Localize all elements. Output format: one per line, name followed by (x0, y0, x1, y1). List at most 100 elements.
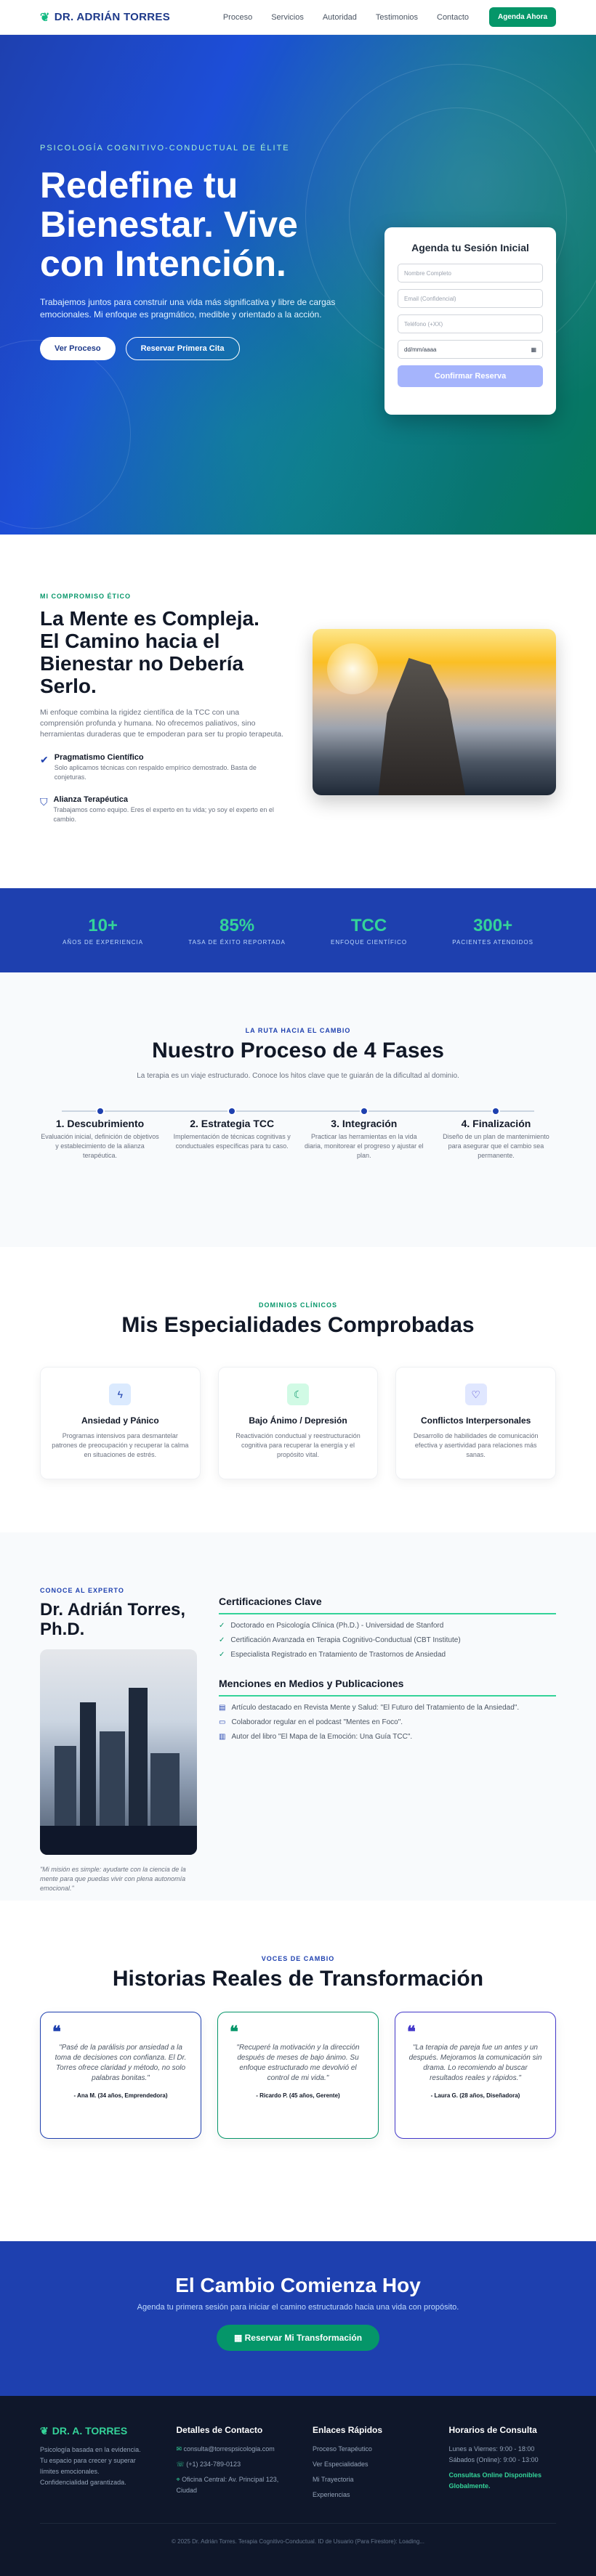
phase-title: 4. Finalización (461, 1118, 531, 1129)
leaf-icon: ❦ (40, 2425, 49, 2437)
check-icon: ✓ (219, 1651, 225, 1659)
book-first-appointment-button[interactable]: Reservar Primera Cita (125, 337, 240, 360)
shield-icon: ⛉ (40, 796, 48, 808)
phase-text: Diseño de un plan de mantenimiento para … (443, 1133, 549, 1159)
section-label: LA RUTA HACIA EL CAMBIO (245, 1027, 351, 1034)
logo[interactable]: ❦ DR. ADRIÁN TORRES (40, 10, 170, 25)
date-field[interactable]: dd/mm/aaaa ▦ (398, 340, 543, 359)
footer-online-note: Consultas Online Disponibles Globalmente… (448, 2471, 542, 2490)
testimonial-author: - Ana M. (34 años, Emprendedora) (73, 2092, 168, 2099)
specialty-card[interactable]: ♡ Conflictos Interpersonales Desarrollo de… (395, 1367, 557, 1479)
cert-item: ✓ Certificación Avanzada en Terapia Cogni… (219, 1636, 461, 1644)
schedule-now-button[interactable]: Agenda Ahora (489, 7, 556, 27)
footer-link[interactable]: Ver Especialidades (313, 2459, 420, 2470)
calendar-icon[interactable]: ▦ (531, 346, 536, 353)
email-field[interactable]: Email (Confidencial) (398, 289, 543, 308)
testimonial-card: ❝ "Pasé de la parálisis por ansiedad a la… (40, 2012, 201, 2139)
footer-link[interactable]: Mi Trayectoria (313, 2474, 420, 2485)
moon-icon: ☾ (287, 1384, 309, 1405)
card-title: Bajo Ánimo / Depresión (249, 1415, 347, 1426)
phase-item: 2. Estrategia TCC Implementación de técni… (172, 1107, 292, 1161)
section-label: DOMINIOS CLÍNICOS (258, 1301, 337, 1309)
card-title: Ansiedad y Pánico (81, 1415, 159, 1426)
phase-title: 1. Descubrimiento (55, 1118, 145, 1129)
view-process-button[interactable]: Ver Proceso (40, 337, 116, 360)
process-title: Nuestro Proceso de 4 Fases (152, 1039, 444, 1063)
phase-item: 1. Descubrimiento Evaluación inicial, def… (40, 1107, 160, 1161)
feature-title: Pragmatismo Científico (54, 753, 144, 762)
quote-icon: ❝ (230, 2023, 238, 2041)
feature-title: Alianza Terapéutica (53, 795, 129, 804)
stat-value: 300+ (473, 915, 513, 935)
media-item: ▥ Autor del libro "El Mapa de la Emoción:… (219, 1733, 413, 1741)
quote-icon: ❝ (407, 2023, 416, 2041)
specialty-card[interactable]: ϟ Ansiedad y Pánico Programas intensivos p… (40, 1367, 201, 1479)
testimonial-author: - Laura G. (28 años, Diseñadora) (430, 2092, 520, 2099)
footer-logo[interactable]: ❦ DR. A. TORRES (40, 2425, 148, 2437)
stat-item: 300+ PACIENTES ATENDIDOS (452, 916, 533, 946)
section-label: CONOCE AL EXPERTO (40, 1587, 124, 1594)
phase-item: 4. Finalización Diseño de un plan de mant… (436, 1107, 556, 1161)
stat-value: 85% (220, 915, 255, 935)
document-icon: ▤ (219, 1704, 226, 1712)
process-subtitle: La terapia es un viaje estructurado. Con… (137, 1072, 459, 1080)
quote-icon: ❝ (52, 2023, 61, 2041)
leaf-icon: ❦ (40, 11, 50, 24)
check-icon: ✓ (219, 1636, 225, 1644)
footer-hours: Sábados (Online): 9:00 - 13:00 (448, 2456, 539, 2463)
footer-link[interactable]: Experiencias (313, 2490, 420, 2500)
calendar-icon: ▦ (233, 2333, 245, 2343)
footer-copyright: © 2025 Dr. Adrián Torres. Terapia Cognit… (40, 2523, 556, 2545)
testimonial-text: "Pasé de la parálisis por ansiedad a la … (55, 2044, 187, 2082)
timeline-dot (227, 1107, 237, 1116)
footer-about: Psicología basada en la evidencia. Tu es… (40, 2446, 141, 2486)
stat-label: PACIENTES ATENDIDOS (452, 938, 533, 946)
reserve-transformation-button[interactable]: ▦ Reservar Mi Transformación (216, 2325, 380, 2351)
feature-item: ⛉ Alianza Terapéutica Trabajamos como equ… (40, 795, 283, 824)
card-title: Conflictos Interpersonales (420, 1415, 531, 1426)
footer-hours: Lunes a Viernes: 9:00 - 18:00 (448, 2445, 535, 2453)
stat-label: TASA DE ÉXITO REPORTADA (188, 938, 286, 946)
nav-link-proceso[interactable]: Proceso (223, 13, 252, 22)
footer-link[interactable]: Proceso Terapéutico (313, 2444, 420, 2455)
nav-link-testimonios[interactable]: Testimonios (376, 13, 418, 22)
footer-phone[interactable]: ☏ (+1) 234-789-0123 (177, 2459, 284, 2470)
nav-link-autoridad[interactable]: Autoridad (323, 13, 357, 22)
heart-icon: ♡ (464, 1384, 487, 1405)
specialties-title: Mis Especialidades Comprobadas (121, 1313, 475, 1337)
testimonial-author: - Ricardo P. (45 años, Gerente) (256, 2092, 340, 2099)
testimonial-card: ❝ "Recuperé la motivación y la dirección … (217, 2012, 379, 2139)
nav-link-servicios[interactable]: Servicios (271, 13, 304, 22)
ethic-section: MI COMPROMISO ÉTICO La Mente es Compleja… (0, 535, 596, 888)
testimonial-text: "Recuperé la motivación y la dirección d… (236, 2044, 360, 2082)
section-label: VOCES DE CAMBIO (261, 1955, 335, 1962)
stat-value: 10+ (88, 915, 118, 935)
nav-link-contacto[interactable]: Contacto (437, 13, 469, 22)
process-section: LA RUTA HACIA EL CAMBIO Nuestro Proceso … (0, 972, 596, 1247)
phase-text: Practicar las herramientas en la vida di… (305, 1133, 424, 1159)
footer-heading: Enlaces Rápidos (313, 2425, 383, 2435)
hero-section: PSICOLOGÍA COGNITIVO-CONDUCTUAL DE ÉLITE… (0, 35, 596, 535)
footer-email[interactable]: ✉ consulta@torrespsicologia.com (177, 2444, 284, 2455)
ethic-title: La Mente es Compleja. El Camino hacia el… (40, 607, 259, 697)
mountain-sunrise-image (313, 629, 556, 795)
confirm-booking-button[interactable]: Confirmar Reserva (398, 365, 543, 387)
form-title: Agenda tu Sesión Inicial (411, 242, 529, 253)
mail-icon: ✉ (176, 2445, 184, 2453)
feature-text: Trabajamos como equipo. Eres el experto … (53, 806, 274, 823)
footer: ❦ DR. A. TORRES Psicología basada en la e… (0, 2396, 596, 2576)
chat-icon: ▭ (219, 1718, 226, 1726)
media-item: ▤ Artículo destacado en Revista Mente y S… (219, 1704, 520, 1712)
timeline-dot (95, 1107, 105, 1116)
name-field[interactable]: Nombre Completo (398, 264, 543, 283)
timeline-dot (359, 1107, 369, 1116)
specialty-card[interactable]: ☾ Bajo Ánimo / Depresión Reactivación cond… (217, 1367, 379, 1479)
check-icon: ✓ (219, 1622, 225, 1630)
stat-label: ENFOQUE CIENTÍFICO (331, 938, 408, 946)
phase-text: Implementación de técnicas cognitivas y … (173, 1133, 291, 1150)
phone-field[interactable]: Teléfono (+XX) (398, 314, 543, 333)
footer-address: ⌖ Oficina Central: Av. Principal 123, Ci… (176, 2476, 279, 2494)
stat-item: 85% TASA DE ÉXITO REPORTADA (188, 916, 286, 946)
phase-title: 3. Integración (331, 1118, 398, 1129)
ethic-text: Mi enfoque combina la rigidez científica… (40, 708, 284, 739)
